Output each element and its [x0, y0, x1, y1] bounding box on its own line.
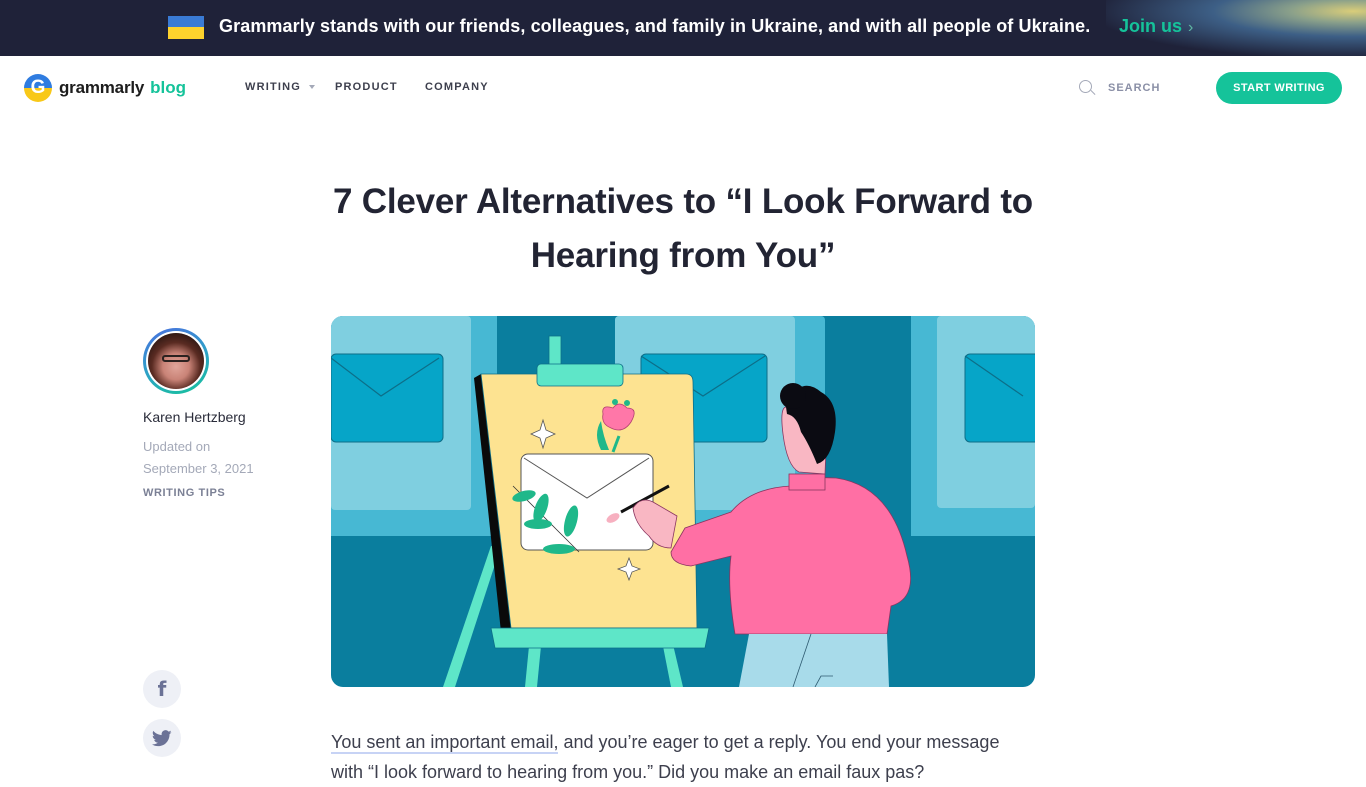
ukraine-banner: Grammarly stands with our friends, colle…	[0, 0, 1366, 56]
author-name[interactable]: Karen Hertzberg	[143, 409, 246, 425]
grammarly-logo-icon: G	[24, 74, 52, 102]
author-photo	[148, 333, 204, 389]
banner-message: Grammarly stands with our friends, colle…	[219, 16, 1091, 36]
easel-painting-illustration	[331, 316, 1035, 687]
nav-item-company[interactable]: COMPANY	[425, 81, 489, 93]
chevron-right-icon: ›	[1188, 19, 1194, 36]
nav-item-product[interactable]: PRODUCT	[335, 81, 398, 93]
updated-date: Updated on September 3, 2021	[143, 436, 254, 480]
join-us-link[interactable]: Join us ›	[1119, 16, 1193, 37]
article-title: 7 Clever Alternatives to “I Look Forward…	[333, 182, 1033, 275]
logo-wordmark: grammarly	[59, 78, 145, 97]
share-facebook-button[interactable]: f	[143, 670, 181, 708]
search-icon	[1079, 80, 1096, 96]
caret-down-icon	[309, 85, 316, 90]
top-navigation: G grammarly blog WRITING PRODUCT COMPANY…	[0, 56, 1366, 120]
article-intro-paragraph: You sent an important email, and you’re …	[331, 727, 1035, 787]
nav-item-label: WRITING	[245, 81, 302, 93]
important-email-link[interactable]: You sent an important email,	[331, 732, 559, 754]
facebook-icon: f	[157, 677, 167, 701]
join-us-label: Join us	[1119, 16, 1183, 36]
category-tag[interactable]: WRITING TIPS	[143, 487, 225, 499]
nav-item-label: PRODUCT	[335, 81, 398, 93]
nav-item-label: COMPANY	[425, 81, 489, 93]
author-avatar[interactable]	[143, 328, 209, 394]
hero-illustration	[331, 316, 1035, 687]
ukraine-flag-icon	[168, 16, 204, 39]
share-twitter-button[interactable]	[143, 719, 181, 757]
nav-item-writing[interactable]: WRITING	[245, 81, 316, 93]
updated-date-value: September 3, 2021	[143, 461, 254, 476]
search-label: SEARCH	[1108, 82, 1161, 94]
updated-label: Updated on	[143, 439, 211, 454]
twitter-icon	[152, 729, 172, 746]
logo-blog-label: blog	[150, 78, 187, 97]
grammarly-blog-logo[interactable]: G grammarly blog	[24, 74, 186, 102]
search-button[interactable]: SEARCH	[1079, 80, 1160, 96]
start-writing-button[interactable]: START WRITING	[1216, 72, 1342, 104]
